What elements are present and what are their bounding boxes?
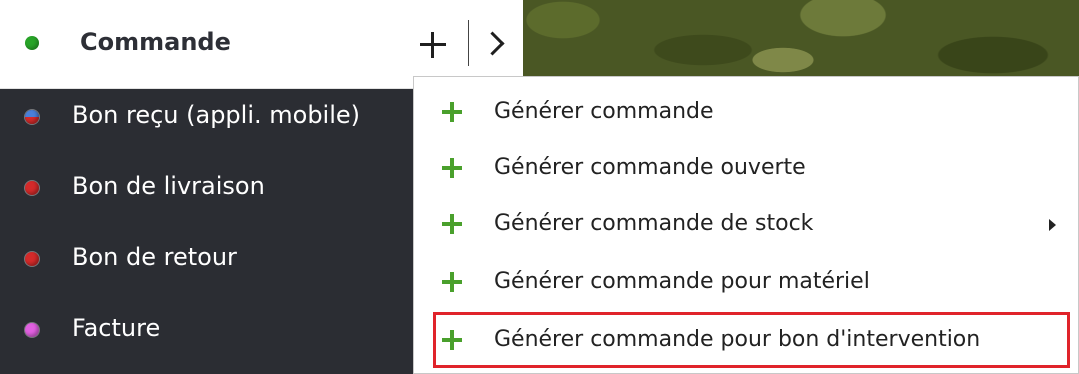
menu-item-generer-commande[interactable]: Générer commande [414, 87, 1078, 139]
submenu-arrow-icon [1049, 219, 1056, 231]
menu-item-label: Générer commande pour bon d'intervention [494, 327, 981, 352]
list-item-facture[interactable]: Facture [0, 301, 420, 372]
list-item-label: Facture [72, 314, 161, 342]
add-button[interactable] [410, 18, 456, 70]
status-dot-icon [25, 110, 39, 124]
list-item-bon-livraison[interactable]: Bon de livraison [0, 159, 420, 230]
plus-icon [442, 330, 462, 350]
menu-item-label: Générer commande ouverte [494, 155, 806, 180]
status-dot-icon [25, 36, 39, 50]
status-dot-icon [25, 181, 39, 195]
status-dot-icon [25, 252, 39, 266]
chevron-right-icon [480, 31, 505, 56]
menu-item-label: Générer commande pour matériel [494, 269, 870, 294]
list-item-label: Bon de retour [72, 243, 237, 271]
plus-icon [442, 158, 462, 178]
menu-item-label: Générer commande de stock [494, 211, 814, 236]
menu-item-label: Générer commande [494, 99, 714, 124]
list-item-label: Bon de livraison [72, 172, 265, 200]
status-dot-icon [25, 323, 39, 337]
next-button[interactable] [476, 18, 516, 70]
menu-item-generer-commande-stock[interactable]: Générer commande de stock [414, 199, 1078, 251]
list-item-bon-recu[interactable]: Bon reçu (appli. mobile) [0, 88, 420, 159]
document-list: Bon reçu (appli. mobile) Bon de livraiso… [0, 88, 420, 372]
menu-item-generer-commande-materiel[interactable]: Générer commande pour matériel [414, 257, 1078, 309]
header-title: Commande [80, 28, 231, 56]
menu-item-generer-commande-ouverte[interactable]: Générer commande ouverte [414, 143, 1078, 195]
plus-icon [442, 272, 462, 292]
menu-item-generer-commande-bon-intervention[interactable]: Générer commande pour bon d'intervention [414, 315, 1078, 367]
list-item-label: Bon reçu (appli. mobile) [72, 101, 361, 129]
background-image [523, 0, 1079, 76]
plus-icon [442, 214, 462, 234]
plus-icon [442, 102, 462, 122]
list-item-bon-retour[interactable]: Bon de retour [0, 230, 420, 301]
toolbar-divider [468, 20, 469, 66]
context-menu: Générer commande Générer commande ouvert… [413, 76, 1079, 374]
